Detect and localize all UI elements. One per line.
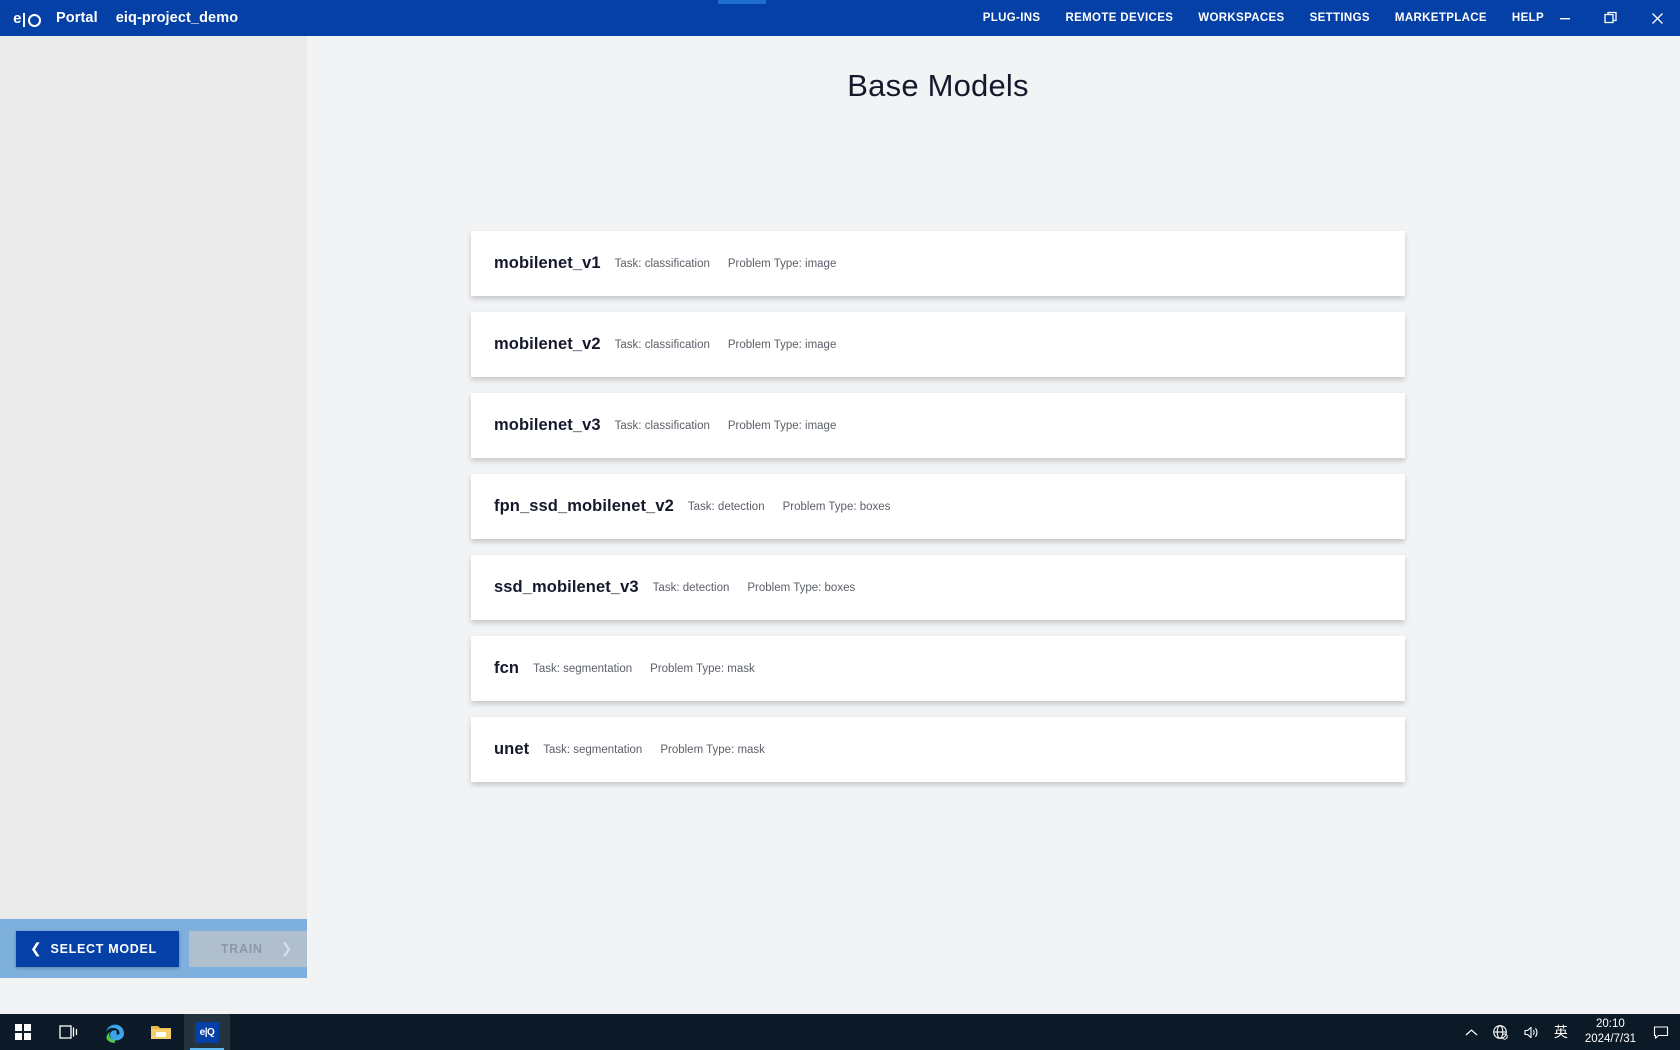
- model-name: mobilenet_v3: [494, 416, 601, 434]
- restore-icon[interactable]: [1588, 0, 1634, 36]
- nav-plug-ins[interactable]: PLUG-INS: [983, 12, 1041, 24]
- nav-marketplace[interactable]: MARKETPLACE: [1395, 12, 1487, 24]
- volume-icon[interactable]: [1516, 1014, 1547, 1050]
- model-task: Task: classification: [614, 419, 710, 432]
- chevron-left-icon: ❮: [30, 940, 43, 956]
- notification-icon[interactable]: [1646, 1014, 1676, 1050]
- task-view-button[interactable]: [46, 1014, 92, 1050]
- windows-logo-icon: [15, 1024, 31, 1040]
- model-card-mobilenet-v3[interactable]: mobilenet_v3 Task: classification Proble…: [471, 393, 1405, 458]
- model-card-fpn-ssd-mobilenet-v2[interactable]: fpn_ssd_mobilenet_v2 Task: detection Pro…: [471, 474, 1405, 539]
- eiq-portal-window: e Portal eiq-project_demo PLUG-INS REMOT…: [0, 0, 1680, 1014]
- model-name: fpn_ssd_mobilenet_v2: [494, 497, 674, 515]
- model-problem-type: Problem Type: image: [727, 257, 837, 270]
- model-problem-type: Problem Type: image: [727, 338, 837, 351]
- select-model-button[interactable]: ❮ SELECT MODEL: [16, 930, 179, 967]
- portal-label: Portal: [56, 10, 98, 26]
- model-card-fcn[interactable]: fcn Task: segmentation Problem Type: mas…: [471, 636, 1405, 701]
- base-model-list: mobilenet_v1 Task: classification Proble…: [471, 231, 1405, 798]
- train-label: TRAIN: [220, 941, 263, 956]
- project-name-label: eiq-project_demo: [115, 10, 239, 26]
- select-model-label: SELECT MODEL: [50, 941, 157, 956]
- model-problem-type: Problem Type: boxes: [782, 500, 891, 513]
- nav-workspaces[interactable]: WORKSPACES: [1198, 12, 1284, 24]
- model-task: Task: segmentation: [543, 743, 643, 756]
- train-button: TRAIN ❯: [189, 930, 307, 967]
- main-navigation: PLUG-INS REMOTE DEVICES WORKSPACES SETTI…: [983, 0, 1544, 36]
- minimize-icon[interactable]: [1542, 0, 1588, 36]
- nav-help[interactable]: HELP: [1512, 12, 1544, 24]
- windows-taskbar: e|Q: [0, 1014, 1680, 1050]
- nav-settings[interactable]: SETTINGS: [1310, 12, 1370, 24]
- chevron-up-icon[interactable]: [1458, 1014, 1485, 1050]
- brand-group: e Portal eiq-project_demo: [0, 0, 238, 36]
- page-title: Base Models: [847, 68, 1029, 103]
- model-problem-type: Problem Type: boxes: [747, 581, 856, 594]
- model-card-unet[interactable]: unet Task: segmentation Problem Type: ma…: [471, 717, 1405, 782]
- clock-time: 20:10: [1596, 1018, 1625, 1030]
- model-task: Task: detection: [652, 581, 730, 594]
- main-content: Base Models mobilenet_v1 Task: classific…: [307, 36, 1680, 1014]
- chevron-right-icon: ❯: [280, 940, 293, 956]
- title-bar: e Portal eiq-project_demo PLUG-INS REMOT…: [0, 0, 1680, 36]
- model-problem-type: Problem Type: image: [727, 419, 837, 432]
- model-card-ssd-mobilenet-v3[interactable]: ssd_mobilenet_v3 Task: detection Problem…: [471, 555, 1405, 620]
- model-task: Task: classification: [614, 257, 710, 270]
- close-icon[interactable]: [1634, 0, 1680, 36]
- nav-remote-devices[interactable]: REMOTE DEVICES: [1065, 12, 1173, 24]
- window-controls: [1542, 0, 1680, 36]
- eIQ-logo-icon: e: [10, 7, 44, 29]
- left-sidebar: ❮ SELECT MODEL TRAIN ❯: [0, 36, 307, 978]
- model-card-mobilenet-v2[interactable]: mobilenet_v2 Task: classification Proble…: [471, 312, 1405, 377]
- model-name: mobilenet_v1: [494, 254, 601, 272]
- model-task: Task: detection: [687, 500, 765, 513]
- start-button[interactable]: [0, 1014, 46, 1050]
- top-accent-stripe: [718, 0, 766, 4]
- model-problem-type: Problem Type: mask: [650, 662, 755, 675]
- ime-indicator[interactable]: 英: [1547, 1014, 1575, 1050]
- eiq-portal-button[interactable]: e|Q: [184, 1014, 230, 1050]
- clock-date: 2024/7/31: [1584, 1033, 1636, 1045]
- model-name: fcn: [494, 659, 520, 677]
- model-task: Task: segmentation: [533, 662, 633, 675]
- folder-icon: [151, 1026, 171, 1039]
- model-name: unet: [494, 740, 530, 758]
- task-view-icon: [59, 1025, 78, 1039]
- wizard-footer: ❮ SELECT MODEL TRAIN ❯: [0, 919, 307, 978]
- model-card-mobilenet-v1[interactable]: mobilenet_v1 Task: classification Proble…: [471, 231, 1405, 296]
- model-name: ssd_mobilenet_v3: [494, 578, 639, 596]
- model-name: mobilenet_v2: [494, 335, 601, 353]
- model-task: Task: classification: [614, 338, 710, 351]
- model-problem-type: Problem Type: mask: [660, 743, 765, 756]
- system-tray: 英 20:10 2024/7/31: [1458, 1014, 1680, 1050]
- clock[interactable]: 20:10 2024/7/31: [1575, 1017, 1646, 1047]
- eIQ-app-icon: e|Q: [195, 1021, 219, 1043]
- edge-button[interactable]: [92, 1014, 138, 1050]
- network-disconnected-icon[interactable]: [1485, 1014, 1516, 1050]
- file-explorer-button[interactable]: [138, 1014, 184, 1050]
- edge-browser-icon: [106, 1024, 124, 1043]
